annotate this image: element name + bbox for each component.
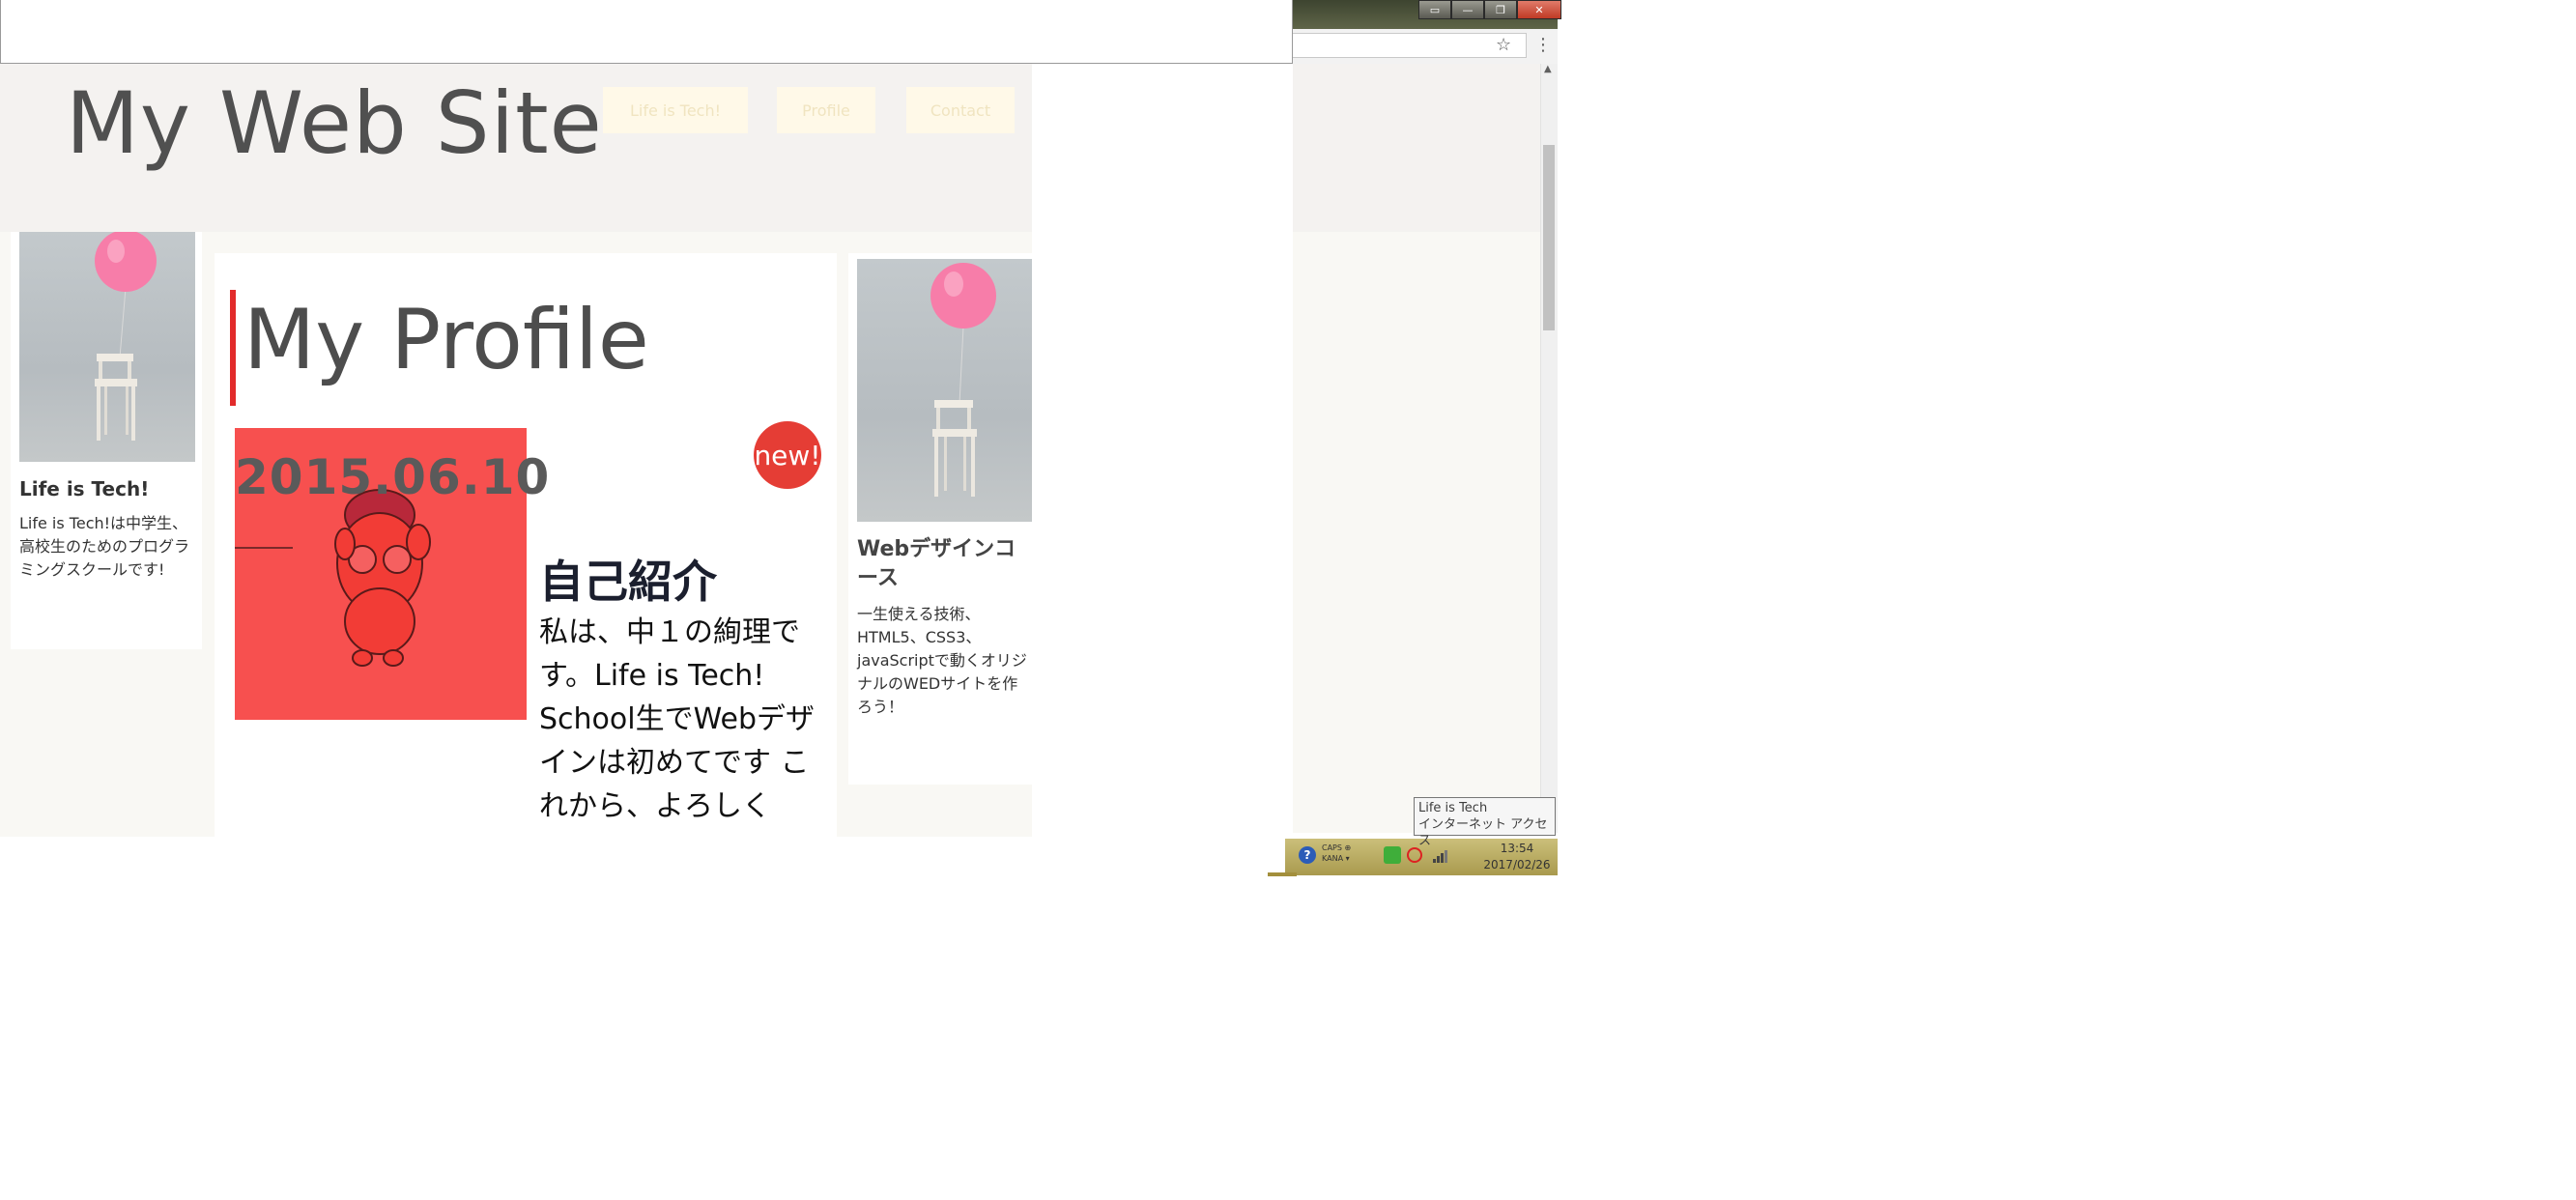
card-description: Life is Tech!は中学生、高校生のためのプログラミングスクールです! [19,514,190,579]
intro-text: 私は、中１の絢理です。Life is Tech! School生でWebデザイン… [539,615,815,823]
kana-label: KANA ▾ [1322,854,1350,863]
taskbar-edge [1268,872,1297,876]
profile-heading: My Profile [243,292,649,388]
document-window-blank [1032,64,1293,837]
browser-menu-icon[interactable]: ⋮ [1534,35,1552,55]
window-controls: ▭ — ❐ ✕ [1418,0,1561,21]
document-window-top [0,0,1293,64]
network-signal-icon[interactable] [1432,848,1449,864]
scroll-up-arrow-icon[interactable]: ▲ [1544,64,1552,74]
balloon-chair-illustration [95,232,157,441]
card-title: Life is Tech! [19,477,150,500]
post-date: 2015.06.10 [235,449,551,505]
tooltip-status: インターネット アクセス [1418,817,1548,848]
scrollbar-thumb[interactable] [1543,145,1555,330]
help-icon[interactable]: ? [1299,846,1316,864]
tooltip-title: Life is Tech [1418,801,1488,815]
network-tooltip: Life is Tech インターネット アクセス [1414,797,1556,848]
new-badge: new! [754,421,821,489]
maximize-button[interactable]: ❐ [1484,0,1517,19]
site-title: My Web Site [66,73,603,173]
balloon-chair-illustration [930,263,996,497]
page-header-background [1285,64,1540,232]
page-body-background [1285,232,1540,833]
minimize-button[interactable]: — [1451,0,1484,19]
caps-label: CAPS ⊕ [1322,843,1352,852]
bookmark-star-icon[interactable]: ☆ [1496,35,1511,55]
clock-date: 2017/02/26 [1483,858,1551,871]
no-entry-icon[interactable] [1407,847,1422,863]
intro-heading: 自己紹介 [539,556,717,608]
nav-contact-button[interactable]: Contact [906,87,1015,133]
card-title: Webデザインコース [857,537,1016,590]
balloon-chair-image [857,259,1032,522]
heading-accent-bar [230,290,236,406]
close-button[interactable]: ✕ [1517,0,1561,19]
nav-life-is-tech-button[interactable]: Life is Tech! [603,87,748,133]
nav-profile-button[interactable]: Profile [777,87,875,133]
line-app-icon[interactable] [1384,846,1401,864]
restore-icon[interactable]: ▭ [1418,0,1451,19]
card-description: 一生使える技術、HTML5、CSS3、javaScriptで動くオリジナルのWE… [857,605,1027,716]
input-mode-indicator[interactable]: CAPS ⊕ KANA ▾ [1322,843,1351,864]
address-bar[interactable] [1285,33,1527,58]
balloon-chair-image [19,232,195,462]
